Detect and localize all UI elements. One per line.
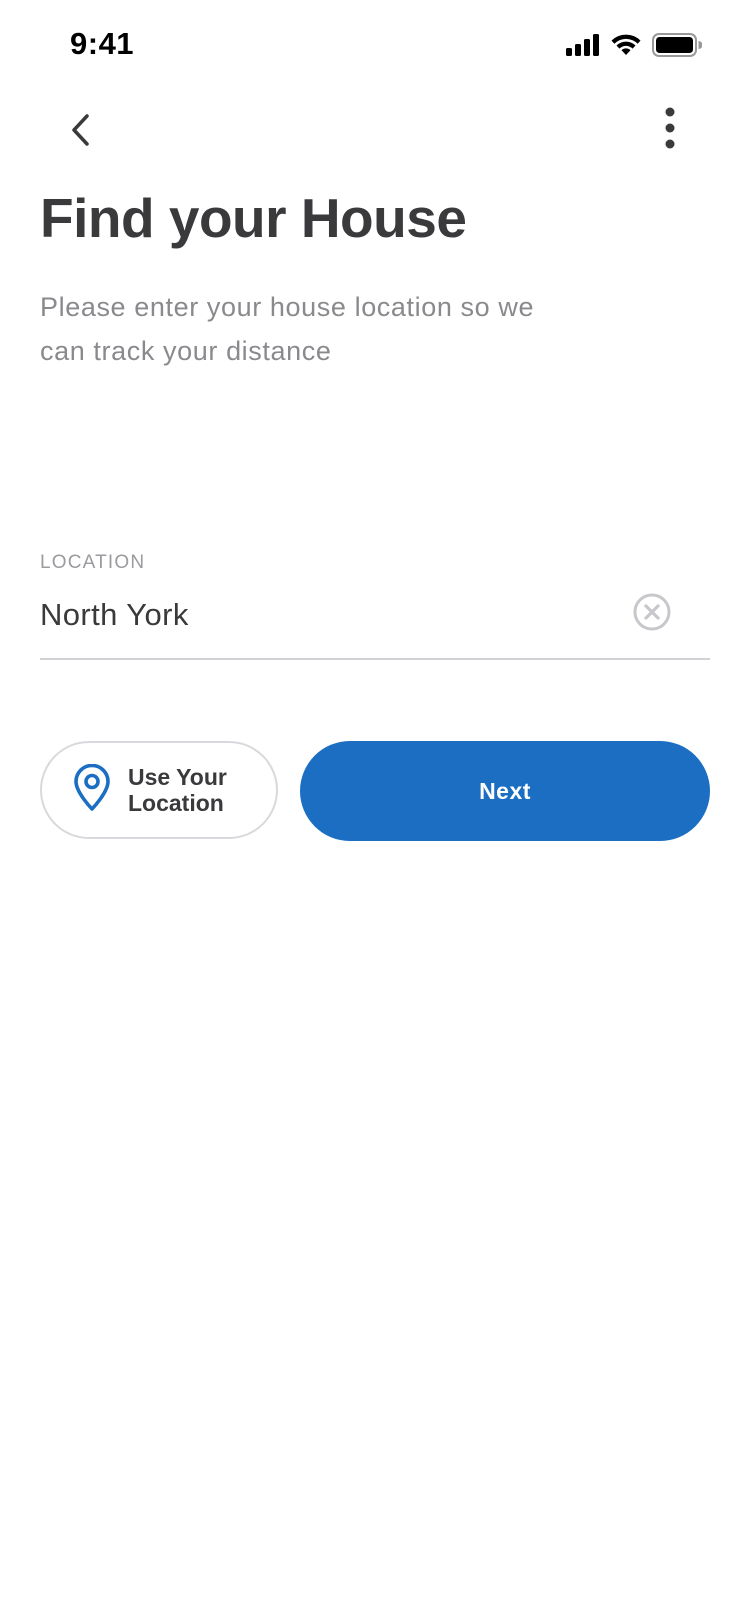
- use-your-location-label: Use Your Location: [128, 764, 227, 816]
- status-icons: [566, 33, 703, 62]
- use-your-location-button[interactable]: Use Your Location: [40, 741, 278, 839]
- next-button[interactable]: Next: [300, 741, 710, 841]
- clear-circle-icon: [632, 592, 672, 637]
- status-time: 9:41: [70, 26, 135, 61]
- status-bar: 9:41: [0, 0, 750, 92]
- next-button-label: Next: [479, 777, 531, 804]
- wifi-icon: [610, 34, 642, 61]
- cellular-signal-icon: [566, 34, 600, 61]
- more-options-button[interactable]: [650, 106, 690, 154]
- page-subtitle: Please enter your house location so we c…: [40, 292, 535, 366]
- battery-icon: [652, 33, 703, 62]
- location-pin-icon: [72, 763, 112, 817]
- location-input[interactable]: [40, 590, 620, 640]
- page-title: Find your House: [40, 187, 467, 249]
- more-vertical-icon: [664, 107, 676, 154]
- back-button[interactable]: [60, 108, 100, 156]
- location-field-label: LOCATION: [40, 552, 146, 573]
- location-field-underline: [40, 658, 710, 660]
- clear-input-button[interactable]: [632, 592, 672, 637]
- chevron-left-icon: [69, 113, 91, 152]
